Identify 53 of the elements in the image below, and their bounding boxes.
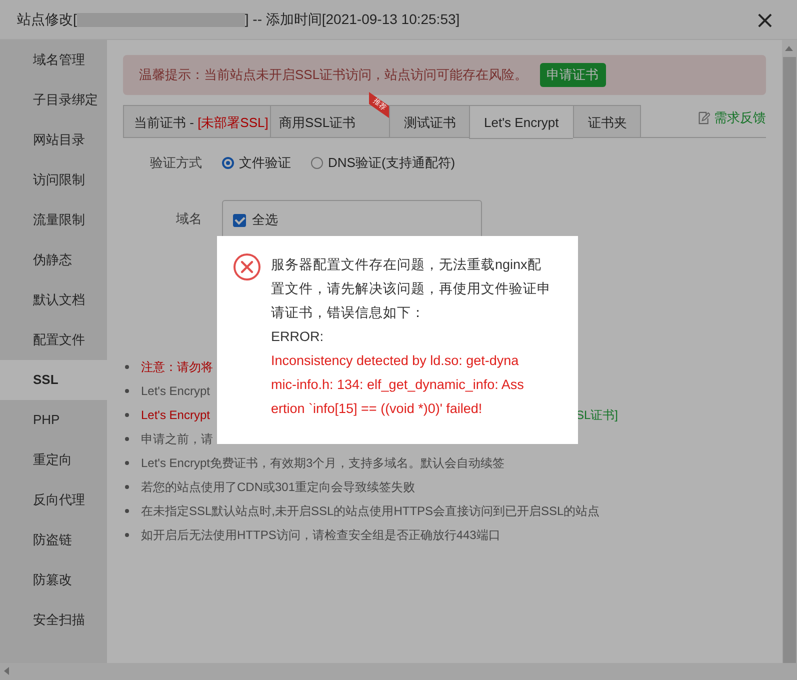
bullet-icon: [125, 485, 129, 489]
sidebar-item[interactable]: PHP: [0, 400, 107, 440]
alert-text: 温馨提示：当前站点未开启SSL证书访问，站点访问可能存在风险。: [139, 66, 528, 84]
checkbox[interactable]: [233, 214, 246, 226]
edit-icon: [698, 111, 710, 125]
radio-label: 文件验证: [239, 154, 291, 172]
sidebar-item[interactable]: 网站目录: [0, 120, 107, 160]
note-text: 若您的站点使用了CDN或301重定向会导致续签失败: [141, 478, 416, 496]
sidebar-item[interactable]: 配置文件: [0, 320, 107, 360]
note-text: 申请之前，请: [141, 430, 213, 448]
window-title: ] -- 添加时间[2021-09-13 10:25:53]: [244, 10, 460, 28]
bullet-icon: [125, 389, 129, 393]
note-text: Let's Encrypt: [141, 408, 210, 422]
radio-button[interactable]: [222, 157, 234, 169]
window-title: 站点修改[: [17, 10, 77, 28]
error-icon: [233, 253, 261, 281]
note-text: 如开启后无法使用HTTPS访问，请检查安全组是否正确放行443端口: [141, 526, 500, 544]
bullet-icon: [125, 413, 129, 417]
tab[interactable]: Let's Encrypt: [469, 105, 573, 139]
note-text: 在未指定SSL默认站点时,未开启SSL的站点使用HTTPS会直接访问到已开启SSL的站点: [141, 502, 600, 520]
error-message: 服务器配置文件存在问题，无法重载nginx配 置文件，请先解决该问题，再使用文件验证申 请证书，错误信息如下： ERROR:: [271, 256, 552, 346]
checkbox-label: 全选: [252, 211, 278, 229]
bullet-icon: [125, 461, 129, 465]
field-label: 域名: [175, 210, 202, 228]
radio-label: DNS验证(支持通配符): [328, 154, 456, 172]
bullet-icon: [125, 509, 129, 513]
bullet-icon: [125, 533, 129, 537]
note-text: Let's Encrypt: [141, 384, 210, 398]
close-button[interactable]: ×: [750, 7, 779, 33]
error-detail: Inconsistency detected by ld.so: get-dyna mic-info.h: 134: elf_get_dynamic_info: Ass ertion `info[15] == ((void *)0)' failed!: [271, 352, 525, 418]
sidebar-item[interactable]: 重定向: [0, 440, 107, 480]
scrollbar[interactable]: [782, 40, 797, 663]
bullet-icon: [125, 437, 129, 441]
sidebar-item[interactable]: 访问限制: [0, 160, 107, 200]
sidebar-item[interactable]: 防篡改: [0, 560, 107, 600]
bullet-icon: [125, 365, 129, 369]
note-text: 注意：请勿将: [141, 358, 213, 376]
sidebar-item[interactable]: 反向代理: [0, 480, 107, 520]
sidebar-item[interactable]: 安全扫描: [0, 600, 107, 640]
note-text: Let's Encrypt免费证书，有效期3个月，支持多域名。默认会自动续签: [141, 454, 505, 472]
tab[interactable]: 当前证书 - [未部署SSL]: [123, 105, 270, 138]
sidebar-item[interactable]: 伪静态: [0, 240, 107, 280]
sidebar-item[interactable]: 域名管理: [0, 40, 107, 80]
sidebar-item[interactable]: 防盗链: [0, 520, 107, 560]
radio-button[interactable]: [311, 157, 323, 169]
tab[interactable]: 证书夹: [573, 105, 641, 138]
sidebar-item[interactable]: SSL: [0, 360, 107, 400]
field-label: 验证方式: [149, 154, 202, 172]
sidebar-item[interactable]: 子目录绑定: [0, 80, 107, 120]
scrollbar[interactable]: [0, 663, 797, 680]
tab[interactable]: 测试证书: [389, 105, 469, 138]
sidebar-item[interactable]: 流量限制: [0, 200, 107, 240]
sidebar-item[interactable]: 默认文档: [0, 280, 107, 320]
